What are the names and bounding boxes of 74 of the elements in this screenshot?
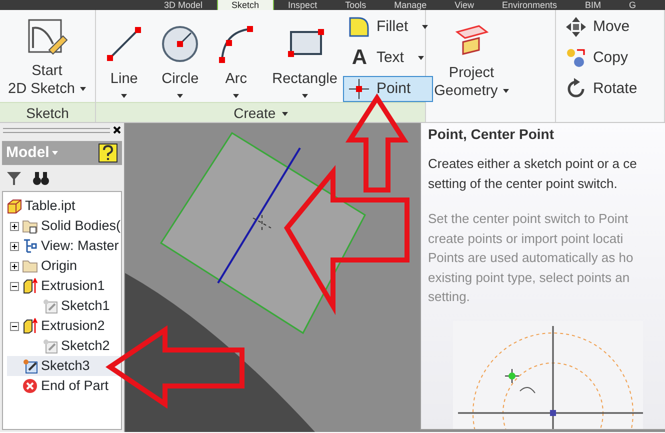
start-sketch-button[interactable]: Start 2D Sketch (4, 14, 90, 100)
copy-circles-icon (564, 47, 587, 69)
circle-button[interactable]: Circle (156, 14, 204, 100)
tooltip-text: Set the center point switch to Point (428, 210, 630, 228)
caret-icon (80, 87, 86, 92)
ribbon-tab[interactable]: BIM (571, 0, 616, 10)
line-button[interactable]: Line (100, 14, 148, 100)
sketch-icon (22, 358, 38, 374)
expander-icon[interactable] (10, 222, 19, 230)
caret-icon (121, 94, 128, 98)
filter-icon[interactable] (6, 170, 22, 186)
ribbon-tab[interactable]: Sketch (216, 0, 274, 10)
tree-item[interactable]: Extrusion2 (7, 316, 121, 336)
caret-icon (422, 25, 428, 29)
extrusion-icon (22, 318, 38, 334)
close-icon[interactable] (113, 126, 121, 134)
tree-item[interactable]: Sketch2 (27, 336, 121, 356)
expander-icon[interactable] (10, 322, 19, 330)
caret-icon (233, 94, 240, 98)
caret-icon (502, 89, 509, 94)
caret-icon (52, 151, 58, 155)
tree-item[interactable]: Origin (7, 256, 121, 276)
ribbon-tab[interactable]: Manage (380, 0, 441, 10)
tooltip-text: existing point type, select points an (428, 268, 631, 287)
tree-item[interactable]: Table.ipt (3, 196, 121, 216)
tooltip-text: Points are used automatically as ho (428, 249, 634, 267)
fillet-icon (348, 16, 370, 38)
folder-icon (22, 258, 38, 274)
ribbon-tab[interactable]: View (440, 0, 488, 10)
arc-button[interactable]: Arc (212, 14, 260, 100)
help-icon[interactable] (98, 143, 118, 163)
caret-icon (418, 56, 424, 60)
sketch-icon (42, 298, 58, 314)
text-tool-glyph: A (350, 47, 368, 69)
move-button[interactable]: Move (560, 14, 635, 40)
tree-item[interactable]: Extrusion1 (7, 276, 121, 296)
part-cube-icon (6, 198, 22, 214)
copy-button[interactable]: Copy (560, 45, 633, 71)
tree-item[interactable]: End of Part (7, 376, 121, 396)
stop-icon (22, 378, 38, 394)
expander-icon[interactable] (10, 262, 19, 270)
expander-icon[interactable] (10, 242, 19, 250)
point-crosshair-icon (348, 78, 370, 100)
panel-label[interactable]: Create (234, 105, 276, 121)
view-tree-icon (22, 238, 38, 254)
rotate-button[interactable]: Rotate (560, 76, 642, 102)
ribbon-tab[interactable]: 3D Model (150, 0, 217, 10)
ribbon-tab[interactable]: Inspect (274, 0, 332, 10)
tooltip-text: Creates either a sketch point or a ce (428, 155, 638, 173)
sketch-icon (42, 338, 58, 354)
tree-item[interactable]: View: Master (7, 236, 121, 256)
expander-icon[interactable] (10, 282, 19, 290)
caret-icon (177, 94, 184, 98)
rectangle-button[interactable]: Rectangle (268, 14, 342, 100)
circle-tool-icon (160, 24, 200, 64)
panel-gripper[interactable] (3, 128, 110, 132)
tooltip-text: create points or import point locati (428, 230, 624, 248)
tree-item[interactable]: Solid Bodies( (7, 216, 121, 236)
ribbon-tab[interactable]: Environments (488, 0, 572, 10)
point-button[interactable]: Point (343, 76, 434, 102)
move-arrows-icon (564, 16, 587, 38)
folder-icon (22, 218, 38, 234)
tree-item[interactable]: Sketch1 (27, 296, 121, 316)
tooltip-text: setting. (428, 288, 471, 306)
ribbon-tab[interactable]: Tools (331, 0, 380, 10)
extrusion-icon (22, 278, 38, 294)
ribbon-tab[interactable]: G (615, 0, 650, 10)
tooltip-text: setting of the center point switch. (428, 174, 618, 193)
caret-icon (302, 94, 308, 98)
tree-item[interactable]: Sketch3 (7, 356, 121, 376)
panel-label[interactable]: Sketch (26, 105, 69, 121)
binoculars-icon[interactable] (32, 170, 50, 186)
tooltip-title: Point, Center Point (428, 125, 555, 144)
caret-icon (282, 112, 288, 116)
